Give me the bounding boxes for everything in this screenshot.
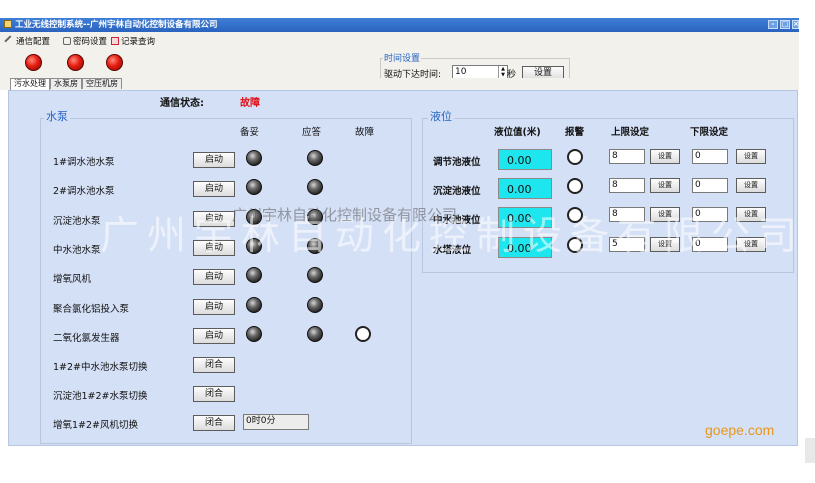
lower-set-button[interactable]: 设置 [736,178,766,193]
header-alarm: 报警 [565,127,585,138]
switch-row-label: 沉淀池1#2#水泵切换 [53,391,148,402]
close-switch-button[interactable]: 闭合 [193,357,235,373]
upper-set-button[interactable]: 设置 [650,178,680,193]
status-lamp-3 [106,54,123,71]
lower-set-button[interactable]: 设置 [736,149,766,164]
tab-pump-room[interactable]: 水泵房 [50,78,82,89]
menu-password[interactable]: 密码设置 [63,35,107,47]
start-button[interactable]: 启动 [193,299,235,315]
pump-row-label: 2#调水池水泵 [53,186,115,197]
pump-row-label: 增氧风机 [53,274,92,285]
ready-lamp [246,150,262,166]
scroll-edge [805,438,815,463]
status-lamp-2 [67,54,84,71]
minimize-button[interactable]: - [768,20,778,29]
record-icon [111,37,119,45]
fault-lamp [355,326,371,342]
pump-row-label: 聚合氯化铝投入泵 [53,304,130,315]
tab-compressor-room[interactable]: 空压机房 [82,78,122,89]
upper-limit-input[interactable]: 8 [609,178,645,193]
response-lamp [307,179,323,195]
fan-timer: 0时0分 [243,414,309,430]
close-switch-button[interactable]: 闭合 [193,415,235,431]
pump-group-title: 水泵 [44,108,70,124]
maximize-button[interactable]: □ [780,20,790,29]
start-button[interactable]: 启动 [193,269,235,285]
header-fault: 故障 [355,127,375,138]
comm-status-value: 故障 [240,98,260,109]
app-icon [4,20,12,28]
level-value: 0.00 [498,178,552,199]
wrench-icon [4,35,16,47]
ready-lamp [246,179,262,195]
switch-row-label: 增氧1#2#风机切换 [53,420,139,431]
header-response: 应答 [302,127,322,138]
upper-set-button[interactable]: 设置 [650,149,680,164]
response-lamp [307,297,323,313]
watermark-small: 广州宇林自动化控制设备有限公司 [232,206,458,224]
title-bar: 工业无线控制系统--广州宇林自动化控制设备有限公司 - □ × [0,18,799,32]
header-lower-limit: 下限设定 [690,127,729,138]
response-lamp [307,326,323,342]
time-settings-title: 时间设置 [383,51,422,64]
response-lamp [307,150,323,166]
close-button[interactable]: × [792,20,799,29]
pump-row-label: 中水池水泵 [53,245,101,256]
upper-limit-input[interactable]: 8 [609,149,645,164]
level-row-label: 调节池液位 [433,157,481,168]
level-value: 0.00 [498,149,552,170]
level-row-label: 沉淀池液位 [433,186,481,197]
pump-row-label: 1#调水池水泵 [53,157,115,168]
comm-status-label: 通信状态: [160,98,204,109]
start-button[interactable]: 启动 [193,328,235,344]
start-button[interactable]: 启动 [193,181,235,197]
menu-records[interactable]: 记录查询 [111,35,155,47]
menu-comm-config[interactable]: 通信配置 [4,35,50,47]
menu-bar: 通信配置 密码设置 记录查询 [0,32,799,48]
site-watermark: goepe.com [705,422,775,438]
alarm-lamp [567,178,583,194]
alarm-lamp [567,149,583,165]
header-ready: 备妥 [240,127,260,138]
ready-lamp [246,267,262,283]
pump-row-label: 沉淀池水泵 [53,216,101,227]
start-button[interactable]: 启动 [193,152,235,168]
header-upper-limit: 上限设定 [611,127,650,138]
status-lamp-1 [25,54,42,71]
lower-limit-input[interactable]: 0 [692,178,728,193]
lock-icon [63,37,71,45]
pump-row-label: 二氧化氯发生器 [53,333,120,344]
level-group-title: 液位 [428,108,454,124]
ready-lamp [246,326,262,342]
tab-sewage[interactable]: 污水处理 [10,78,50,90]
switch-row-label: 1#2#中水池水泵切换 [53,362,148,373]
lower-limit-input[interactable]: 0 [692,149,728,164]
ready-lamp [246,297,262,313]
close-switch-button[interactable]: 闭合 [193,386,235,402]
window-title: 工业无线控制系统--广州宇林自动化控制设备有限公司 [15,20,218,30]
response-lamp [307,267,323,283]
header-level-value: 液位值(米) [494,127,541,138]
tab-bar: 污水处理 水泵房 空压机房 [0,78,799,90]
